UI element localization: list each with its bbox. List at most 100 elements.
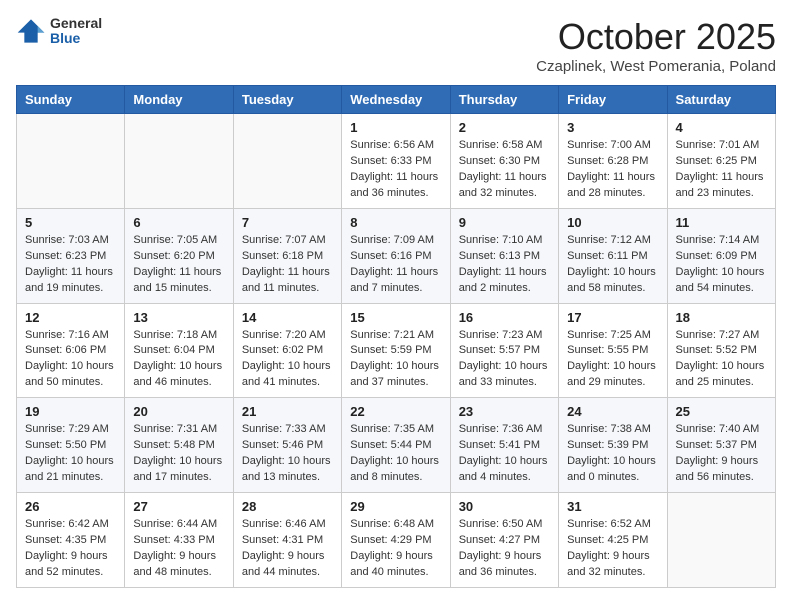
day-info: Sunrise: 7:31 AM Sunset: 5:48 PM Dayligh… xyxy=(133,422,224,486)
calendar-cell: 3Sunrise: 7:00 AM Sunset: 6:28 PM Daylig… xyxy=(559,114,667,209)
day-info: Sunrise: 6:58 AM Sunset: 6:30 PM Dayligh… xyxy=(459,138,550,202)
day-number: 3 xyxy=(567,120,658,135)
day-number: 2 xyxy=(459,120,550,135)
title-block: October 2025 Czaplinek, West Pomerania, … xyxy=(536,16,776,75)
day-number: 7 xyxy=(242,215,333,230)
logo-text: General Blue xyxy=(50,16,102,47)
calendar-cell: 25Sunrise: 7:40 AM Sunset: 5:37 PM Dayli… xyxy=(667,398,775,493)
calendar-cell: 12 Sunrise: 7:16 AM Sunset: 6:06 PM Dayli… xyxy=(17,303,125,398)
calendar-cell: 24Sunrise: 7:38 AM Sunset: 5:39 PM Dayli… xyxy=(559,398,667,493)
day-info: Sunrise: 7:14 AM Sunset: 6:09 PM Dayligh… xyxy=(676,233,767,297)
calendar-body: 1 Sunrise: 6:56 AM Sunset: 6:33 PM Daylig… xyxy=(17,114,776,588)
calendar-week-row: 19Sunrise: 7:29 AM Sunset: 5:50 PM Dayli… xyxy=(17,398,776,493)
day-number: 23 xyxy=(459,404,550,419)
day-info: Sunrise: 7:40 AM Sunset: 5:37 PM Dayligh… xyxy=(676,422,767,486)
day-number: 17 xyxy=(567,310,658,325)
weekday-header-row: SundayMondayTuesdayWednesdayThursdayFrid… xyxy=(17,86,776,114)
day-info: Sunrise: 6:52 AM Sunset: 4:25 PM Dayligh… xyxy=(567,517,658,581)
day-number: 22 xyxy=(350,404,441,419)
calendar-cell: 7 Sunrise: 7:07 AM Sunset: 6:18 PM Daylig… xyxy=(233,208,341,303)
day-info: Sunrise: 7:27 AM Sunset: 5:52 PM Dayligh… xyxy=(676,328,767,392)
calendar-week-row: 26 Sunrise: 6:42 AM Sunset: 4:35 PM Dayli… xyxy=(17,493,776,588)
day-number: 5 xyxy=(25,215,116,230)
day-info: Sunrise: 7:18 AM Sunset: 6:04 PM Dayligh… xyxy=(133,328,224,392)
calendar-cell: 4 Sunrise: 7:01 AM Sunset: 6:25 PM Daylig… xyxy=(667,114,775,209)
day-number: 10 xyxy=(567,215,658,230)
day-number: 9 xyxy=(459,215,550,230)
day-info: Sunrise: 6:42 AM Sunset: 4:35 PM Dayligh… xyxy=(25,517,116,581)
calendar-cell: 2 Sunrise: 6:58 AM Sunset: 6:30 PM Daylig… xyxy=(450,114,558,209)
calendar-cell: 10Sunrise: 7:12 AM Sunset: 6:11 PM Dayli… xyxy=(559,208,667,303)
day-info: Sunrise: 7:09 AM Sunset: 6:16 PM Dayligh… xyxy=(350,233,441,297)
calendar-cell xyxy=(667,493,775,588)
day-info: Sunrise: 6:44 AM Sunset: 4:33 PM Dayligh… xyxy=(133,517,224,581)
weekday-header: Monday xyxy=(125,86,233,114)
day-info: Sunrise: 7:01 AM Sunset: 6:25 PM Dayligh… xyxy=(676,138,767,202)
day-info: Sunrise: 7:29 AM Sunset: 5:50 PM Dayligh… xyxy=(25,422,116,486)
day-number: 20 xyxy=(133,404,224,419)
logo-blue-text: Blue xyxy=(50,31,102,46)
day-number: 6 xyxy=(133,215,224,230)
page-header: General Blue October 2025 Czaplinek, Wes… xyxy=(16,16,776,75)
calendar-cell: 17Sunrise: 7:25 AM Sunset: 5:55 PM Dayli… xyxy=(559,303,667,398)
weekday-header: Thursday xyxy=(450,86,558,114)
day-info: Sunrise: 7:16 AM Sunset: 6:06 PM Dayligh… xyxy=(25,328,116,392)
day-number: 12 xyxy=(25,310,116,325)
calendar-cell: 27Sunrise: 6:44 AM Sunset: 4:33 PM Dayli… xyxy=(125,493,233,588)
weekday-header: Sunday xyxy=(17,86,125,114)
day-number: 18 xyxy=(676,310,767,325)
day-number: 24 xyxy=(567,404,658,419)
calendar-cell: 18 Sunrise: 7:27 AM Sunset: 5:52 PM Dayli… xyxy=(667,303,775,398)
calendar-cell: 6 Sunrise: 7:05 AM Sunset: 6:20 PM Daylig… xyxy=(125,208,233,303)
calendar-cell: 1 Sunrise: 6:56 AM Sunset: 6:33 PM Daylig… xyxy=(342,114,450,209)
calendar-cell: 14Sunrise: 7:20 AM Sunset: 6:02 PM Dayli… xyxy=(233,303,341,398)
calendar-header: SundayMondayTuesdayWednesdayThursdayFrid… xyxy=(17,86,776,114)
logo-icon xyxy=(16,16,46,46)
day-info: Sunrise: 7:36 AM Sunset: 5:41 PM Dayligh… xyxy=(459,422,550,486)
day-info: Sunrise: 7:03 AM Sunset: 6:23 PM Dayligh… xyxy=(25,233,116,297)
calendar-week-row: 12 Sunrise: 7:16 AM Sunset: 6:06 PM Dayli… xyxy=(17,303,776,398)
calendar-cell: 11Sunrise: 7:14 AM Sunset: 6:09 PM Dayli… xyxy=(667,208,775,303)
weekday-header: Friday xyxy=(559,86,667,114)
calendar-cell: 16Sunrise: 7:23 AM Sunset: 5:57 PM Dayli… xyxy=(450,303,558,398)
calendar-cell: 5 Sunrise: 7:03 AM Sunset: 6:23 PM Daylig… xyxy=(17,208,125,303)
calendar-cell: 13 Sunrise: 7:18 AM Sunset: 6:04 PM Dayli… xyxy=(125,303,233,398)
calendar-cell: 15Sunrise: 7:21 AM Sunset: 5:59 PM Dayli… xyxy=(342,303,450,398)
calendar-cell xyxy=(17,114,125,209)
day-info: Sunrise: 6:48 AM Sunset: 4:29 PM Dayligh… xyxy=(350,517,441,581)
calendar-week-row: 1 Sunrise: 6:56 AM Sunset: 6:33 PM Daylig… xyxy=(17,114,776,209)
calendar-cell: 23 Sunrise: 7:36 AM Sunset: 5:41 PM Dayli… xyxy=(450,398,558,493)
day-info: Sunrise: 6:46 AM Sunset: 4:31 PM Dayligh… xyxy=(242,517,333,581)
calendar-week-row: 5 Sunrise: 7:03 AM Sunset: 6:23 PM Daylig… xyxy=(17,208,776,303)
day-info: Sunrise: 7:07 AM Sunset: 6:18 PM Dayligh… xyxy=(242,233,333,297)
day-number: 13 xyxy=(133,310,224,325)
calendar-cell: 31 Sunrise: 6:52 AM Sunset: 4:25 PM Dayli… xyxy=(559,493,667,588)
calendar-cell: 22Sunrise: 7:35 AM Sunset: 5:44 PM Dayli… xyxy=(342,398,450,493)
day-number: 8 xyxy=(350,215,441,230)
calendar-cell: 28 Sunrise: 6:46 AM Sunset: 4:31 PM Dayli… xyxy=(233,493,341,588)
day-number: 29 xyxy=(350,499,441,514)
weekday-header: Saturday xyxy=(667,86,775,114)
day-number: 1 xyxy=(350,120,441,135)
calendar-cell: 26 Sunrise: 6:42 AM Sunset: 4:35 PM Dayli… xyxy=(17,493,125,588)
calendar-cell: 20 Sunrise: 7:31 AM Sunset: 5:48 PM Dayli… xyxy=(125,398,233,493)
logo-general-text: General xyxy=(50,16,102,31)
calendar-cell: 19Sunrise: 7:29 AM Sunset: 5:50 PM Dayli… xyxy=(17,398,125,493)
day-number: 31 xyxy=(567,499,658,514)
day-number: 4 xyxy=(676,120,767,135)
day-number: 21 xyxy=(242,404,333,419)
calendar-cell: 29 Sunrise: 6:48 AM Sunset: 4:29 PM Dayli… xyxy=(342,493,450,588)
day-info: Sunrise: 7:23 AM Sunset: 5:57 PM Dayligh… xyxy=(459,328,550,392)
day-number: 26 xyxy=(25,499,116,514)
day-number: 28 xyxy=(242,499,333,514)
weekday-header: Wednesday xyxy=(342,86,450,114)
calendar-table: SundayMondayTuesdayWednesdayThursdayFrid… xyxy=(16,85,776,588)
calendar-subtitle: Czaplinek, West Pomerania, Poland xyxy=(536,58,776,75)
calendar-cell: 30Sunrise: 6:50 AM Sunset: 4:27 PM Dayli… xyxy=(450,493,558,588)
day-info: Sunrise: 7:21 AM Sunset: 5:59 PM Dayligh… xyxy=(350,328,441,392)
day-info: Sunrise: 7:05 AM Sunset: 6:20 PM Dayligh… xyxy=(133,233,224,297)
calendar-cell: 8 Sunrise: 7:09 AM Sunset: 6:16 PM Daylig… xyxy=(342,208,450,303)
calendar-title: October 2025 xyxy=(536,16,776,58)
day-info: Sunrise: 6:56 AM Sunset: 6:33 PM Dayligh… xyxy=(350,138,441,202)
weekday-header: Tuesday xyxy=(233,86,341,114)
